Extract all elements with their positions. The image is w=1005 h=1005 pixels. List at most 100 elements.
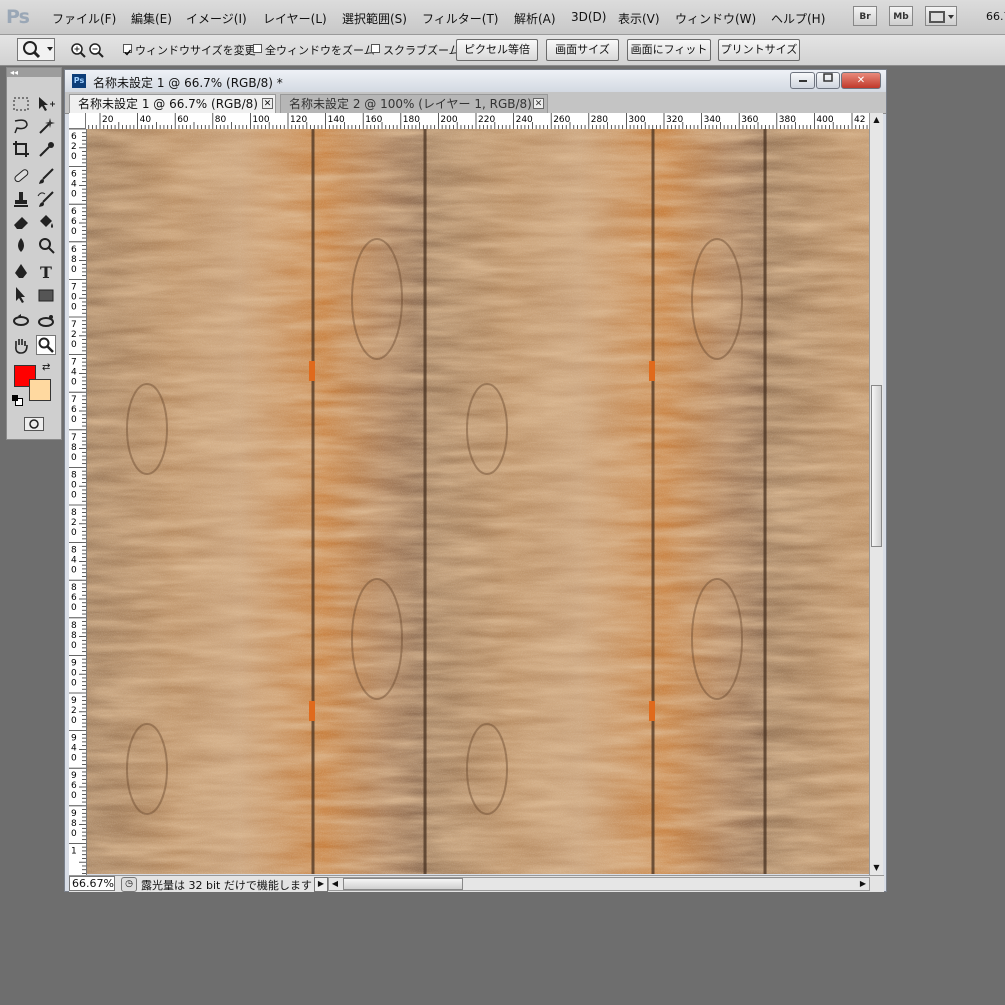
zoom-level-field[interactable]: 66.67% <box>69 876 115 891</box>
pen-icon <box>15 264 27 278</box>
ruler-origin[interactable] <box>69 113 86 129</box>
document-canvas[interactable] <box>87 129 869 874</box>
crop-tool[interactable] <box>11 139 31 159</box>
ruler-label: 42 <box>854 115 865 125</box>
menu-edit[interactable]: 編集(E) <box>131 10 172 27</box>
screen-mode-icon <box>929 11 954 23</box>
scrubby-zoom-checkbox[interactable] <box>371 44 380 53</box>
tools-panel-collapse[interactable]: ◂◂ <box>7 68 61 77</box>
ruler-label: 660 <box>71 207 77 237</box>
3d-rotate-tool[interactable] <box>11 311 31 331</box>
zoom-readout: 66.7 <box>986 10 1005 23</box>
move-tool[interactable] <box>36 94 56 114</box>
scroll-down-arrow[interactable]: ▼ <box>870 861 883 875</box>
clone-stamp-tool[interactable] <box>11 189 31 209</box>
quick-mask-icon <box>29 419 39 429</box>
magic-wand-tool[interactable] <box>36 116 56 136</box>
scroll-right-arrow[interactable]: ▶ <box>857 878 869 890</box>
maximize-button[interactable] <box>816 72 840 89</box>
horizontal-ruler[interactable]: 20 40 60 80 100 120 140 160 180 200 220 240 260 280 30… <box>86 113 869 130</box>
ruler-label: 240 <box>516 115 533 125</box>
tab-document-1[interactable]: 名称未設定 1 @ 66.7% (RGB/8) * ✕ <box>69 94 276 113</box>
vertical-ruler[interactable]: 620 640 660 680 700 720 740 760 780 800 820 840 860 8… <box>69 129 87 875</box>
tab-label: 名称未設定 1 @ 66.7% (RGB/8) * <box>78 97 268 111</box>
pen-tool[interactable] <box>11 262 31 282</box>
zoom-out-icon[interactable] <box>88 42 104 58</box>
lasso-tool[interactable] <box>11 116 31 136</box>
fit-screen-button[interactable]: 画面サイズ <box>546 39 619 61</box>
menu-image[interactable]: イメージ(I) <box>186 10 247 27</box>
brush-icon <box>39 168 54 184</box>
minimize-button[interactable] <box>790 72 815 89</box>
lasso-icon <box>14 119 28 134</box>
zoom-all-windows-checkbox[interactable] <box>253 44 262 53</box>
print-size-button[interactable]: プリントサイズ <box>718 39 800 61</box>
screen-mode-button[interactable] <box>925 6 957 26</box>
type-tool[interactable]: T <box>36 262 56 282</box>
tool-preset-picker[interactable] <box>17 38 55 61</box>
healing-brush-tool[interactable] <box>11 166 31 186</box>
brush-tool[interactable] <box>36 166 56 186</box>
tab-document-2[interactable]: 名称未設定 2 @ 100% (レイヤー 1, RGB/8) * ✕ <box>280 94 548 113</box>
history-brush-tool[interactable] <box>36 189 56 209</box>
3d-rotate-icon <box>13 314 29 326</box>
resize-windows-checkbox[interactable] <box>123 44 132 56</box>
rectangle-tool[interactable] <box>36 285 56 305</box>
mini-bridge-button[interactable]: Mb <box>889 6 913 26</box>
horizontal-scrollbar[interactable]: ◀ ▶ <box>328 877 870 891</box>
ruler-label: 380 <box>779 115 796 125</box>
ruler-label: 780 <box>71 433 77 463</box>
menu-file[interactable]: ファイル(F) <box>52 10 116 27</box>
ruler-label: 940 <box>71 734 77 764</box>
dodge-tool[interactable] <box>36 235 56 255</box>
status-menu-arrow[interactable]: ▶ <box>314 877 328 892</box>
horizontal-scroll-thumb[interactable] <box>343 878 463 890</box>
close-icon[interactable]: ✕ <box>262 98 273 109</box>
eyedropper-tool[interactable] <box>36 139 56 159</box>
vertical-scroll-thumb[interactable] <box>871 385 882 547</box>
quick-mask-button[interactable] <box>24 417 44 431</box>
menu-layer[interactable]: レイヤー(L) <box>263 10 327 27</box>
timer-icon: ◷ <box>121 877 137 892</box>
vertical-scrollbar[interactable]: ▲ ▼ <box>869 113 883 875</box>
marquee-tool[interactable] <box>11 94 31 114</box>
document-title-bar[interactable]: Ps 名称未設定 1 @ 66.7% (RGB/8) * ✕ <box>65 70 886 92</box>
menu-view[interactable]: 表示(V) <box>618 10 660 27</box>
zoom-tool[interactable] <box>36 335 56 355</box>
eraser-icon <box>14 217 28 229</box>
ruler-label: 40 <box>140 115 152 125</box>
close-button[interactable]: ✕ <box>841 72 881 89</box>
menu-3d[interactable]: 3D(D) <box>571 10 606 24</box>
photoshop-logo: Ps <box>6 6 30 28</box>
actual-pixels-button[interactable]: ピクセル等倍 <box>456 39 538 61</box>
bridge-button[interactable]: Br <box>853 6 877 26</box>
menu-help[interactable]: ヘルプ(H) <box>771 10 825 27</box>
swap-colors-icon[interactable]: ⇄ <box>42 362 50 373</box>
eyedropper-icon <box>39 142 54 157</box>
ruler-label: 200 <box>440 115 457 125</box>
eraser-tool[interactable] <box>11 212 31 232</box>
path-selection-tool[interactable] <box>11 285 31 305</box>
paint-bucket-tool[interactable] <box>36 212 56 232</box>
menu-filter[interactable]: フィルター(T) <box>422 10 498 27</box>
ruler-label: 920 <box>71 696 77 726</box>
hand-icon <box>15 339 28 354</box>
hand-tool[interactable] <box>11 335 31 355</box>
default-colors-icon[interactable] <box>12 395 23 406</box>
blur-tool[interactable] <box>11 235 31 255</box>
3d-orbit-tool[interactable] <box>36 311 56 331</box>
ruler-label: 300 <box>628 115 645 125</box>
scroll-left-arrow[interactable]: ◀ <box>329 878 341 890</box>
menu-select[interactable]: 選択範囲(S) <box>342 10 407 27</box>
scroll-up-arrow[interactable]: ▲ <box>870 113 883 127</box>
ruler-label: 120 <box>290 115 307 125</box>
rectangle-icon <box>38 289 54 302</box>
menu-window[interactable]: ウィンドウ(W) <box>675 10 756 27</box>
background-color-swatch[interactable] <box>29 379 51 401</box>
ruler-label: 840 <box>71 546 77 576</box>
ruler-label: 20 <box>102 115 114 125</box>
zoom-in-icon[interactable] <box>70 42 86 58</box>
menu-analysis[interactable]: 解析(A) <box>514 10 556 27</box>
fill-screen-button[interactable]: 画面にフィット <box>627 39 711 61</box>
close-icon[interactable]: ✕ <box>533 98 544 109</box>
